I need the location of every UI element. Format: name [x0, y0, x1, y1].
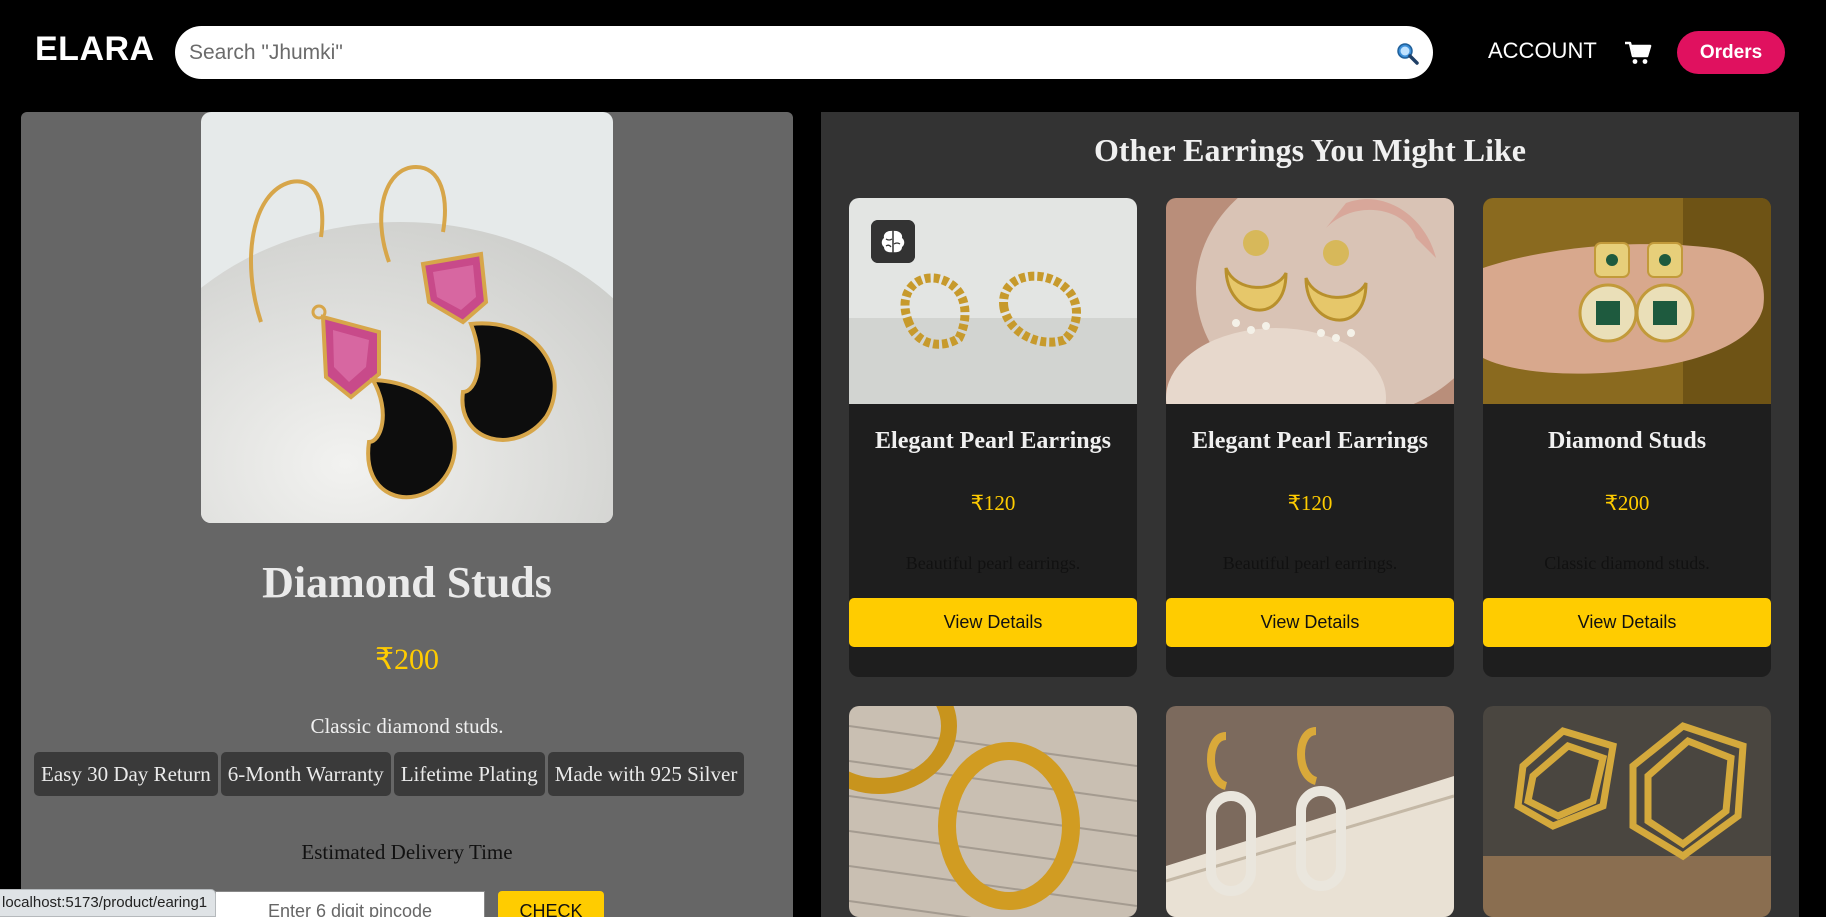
badge-silver: Made with 925 Silver	[547, 752, 745, 796]
card-image[interactable]	[849, 706, 1137, 917]
badge-warranty: 6-Month Warranty	[220, 752, 391, 796]
card-description: Classic diamond studs.	[1544, 553, 1710, 573]
card-title: Elegant Pearl Earrings	[1192, 428, 1428, 454]
search-icon[interactable]	[1395, 41, 1419, 65]
card-image[interactable]	[1166, 706, 1454, 917]
product-detail-panel: Diamond Studs ₹200 Classic diamond studs…	[21, 112, 793, 917]
product-image	[201, 112, 613, 523]
view-details-button[interactable]: View Details	[849, 598, 1137, 647]
product-description: Classic diamond studs.	[310, 714, 504, 738]
card-price: ₹200	[1604, 491, 1650, 515]
card-title: Diamond Studs	[1547, 428, 1707, 454]
brain-icon[interactable]	[871, 220, 915, 263]
brand-logo[interactable]: ELARA	[35, 30, 155, 69]
product-card[interactable]	[849, 706, 1137, 917]
search-input[interactable]	[189, 26, 1369, 79]
cart-icon[interactable]	[1624, 40, 1652, 66]
product-card[interactable]: Elegant Pearl Earrings ₹120 Beautiful pe…	[1166, 198, 1454, 677]
card-image[interactable]	[1166, 198, 1454, 404]
card-title: Elegant Pearl Earrings	[875, 428, 1111, 454]
account-link[interactable]: ACCOUNT	[1488, 38, 1597, 64]
card-image[interactable]	[1483, 706, 1771, 917]
product-card[interactable]: Diamond Studs ₹200 Classic diamond studs…	[1483, 198, 1771, 677]
card-price: ₹120	[1287, 491, 1333, 515]
view-details-button[interactable]: View Details	[1483, 598, 1771, 647]
card-image[interactable]	[1483, 198, 1771, 404]
top-nav: ELARA ACCOUNT Orders	[0, 0, 1826, 112]
product-price: ₹200	[374, 643, 440, 676]
feature-badges: Easy 30 Day Return 6-Month Warranty Life…	[34, 752, 745, 796]
product-card[interactable]: Elegant Pearl Earrings ₹120 Beautiful pe…	[849, 198, 1137, 677]
card-price: ₹120	[970, 491, 1016, 515]
recommendations-title: Other Earrings You Might Like	[1093, 132, 1526, 168]
product-card[interactable]	[1166, 706, 1454, 917]
status-bar-url: localhost:5173/product/earing1	[0, 889, 217, 917]
card-description: Beautiful pearl earrings.	[1222, 553, 1398, 573]
orders-button[interactable]: Orders	[1677, 31, 1785, 74]
view-details-button[interactable]: View Details	[1166, 598, 1454, 647]
check-button[interactable]: CHECK	[498, 891, 604, 917]
product-card[interactable]	[1483, 706, 1771, 917]
badge-return: Easy 30 Day Return	[34, 752, 218, 796]
product-title: Diamond Studs	[262, 558, 552, 607]
card-description: Beautiful pearl earrings.	[905, 553, 1081, 573]
delivery-heading: Estimated Delivery Time	[301, 840, 513, 864]
badge-plating: Lifetime Plating	[393, 752, 545, 796]
recommendations-panel: Other Earrings You Might Like Elegant Pe…	[821, 112, 1799, 917]
pincode-input[interactable]	[215, 891, 485, 917]
search-bar[interactable]	[175, 26, 1433, 79]
